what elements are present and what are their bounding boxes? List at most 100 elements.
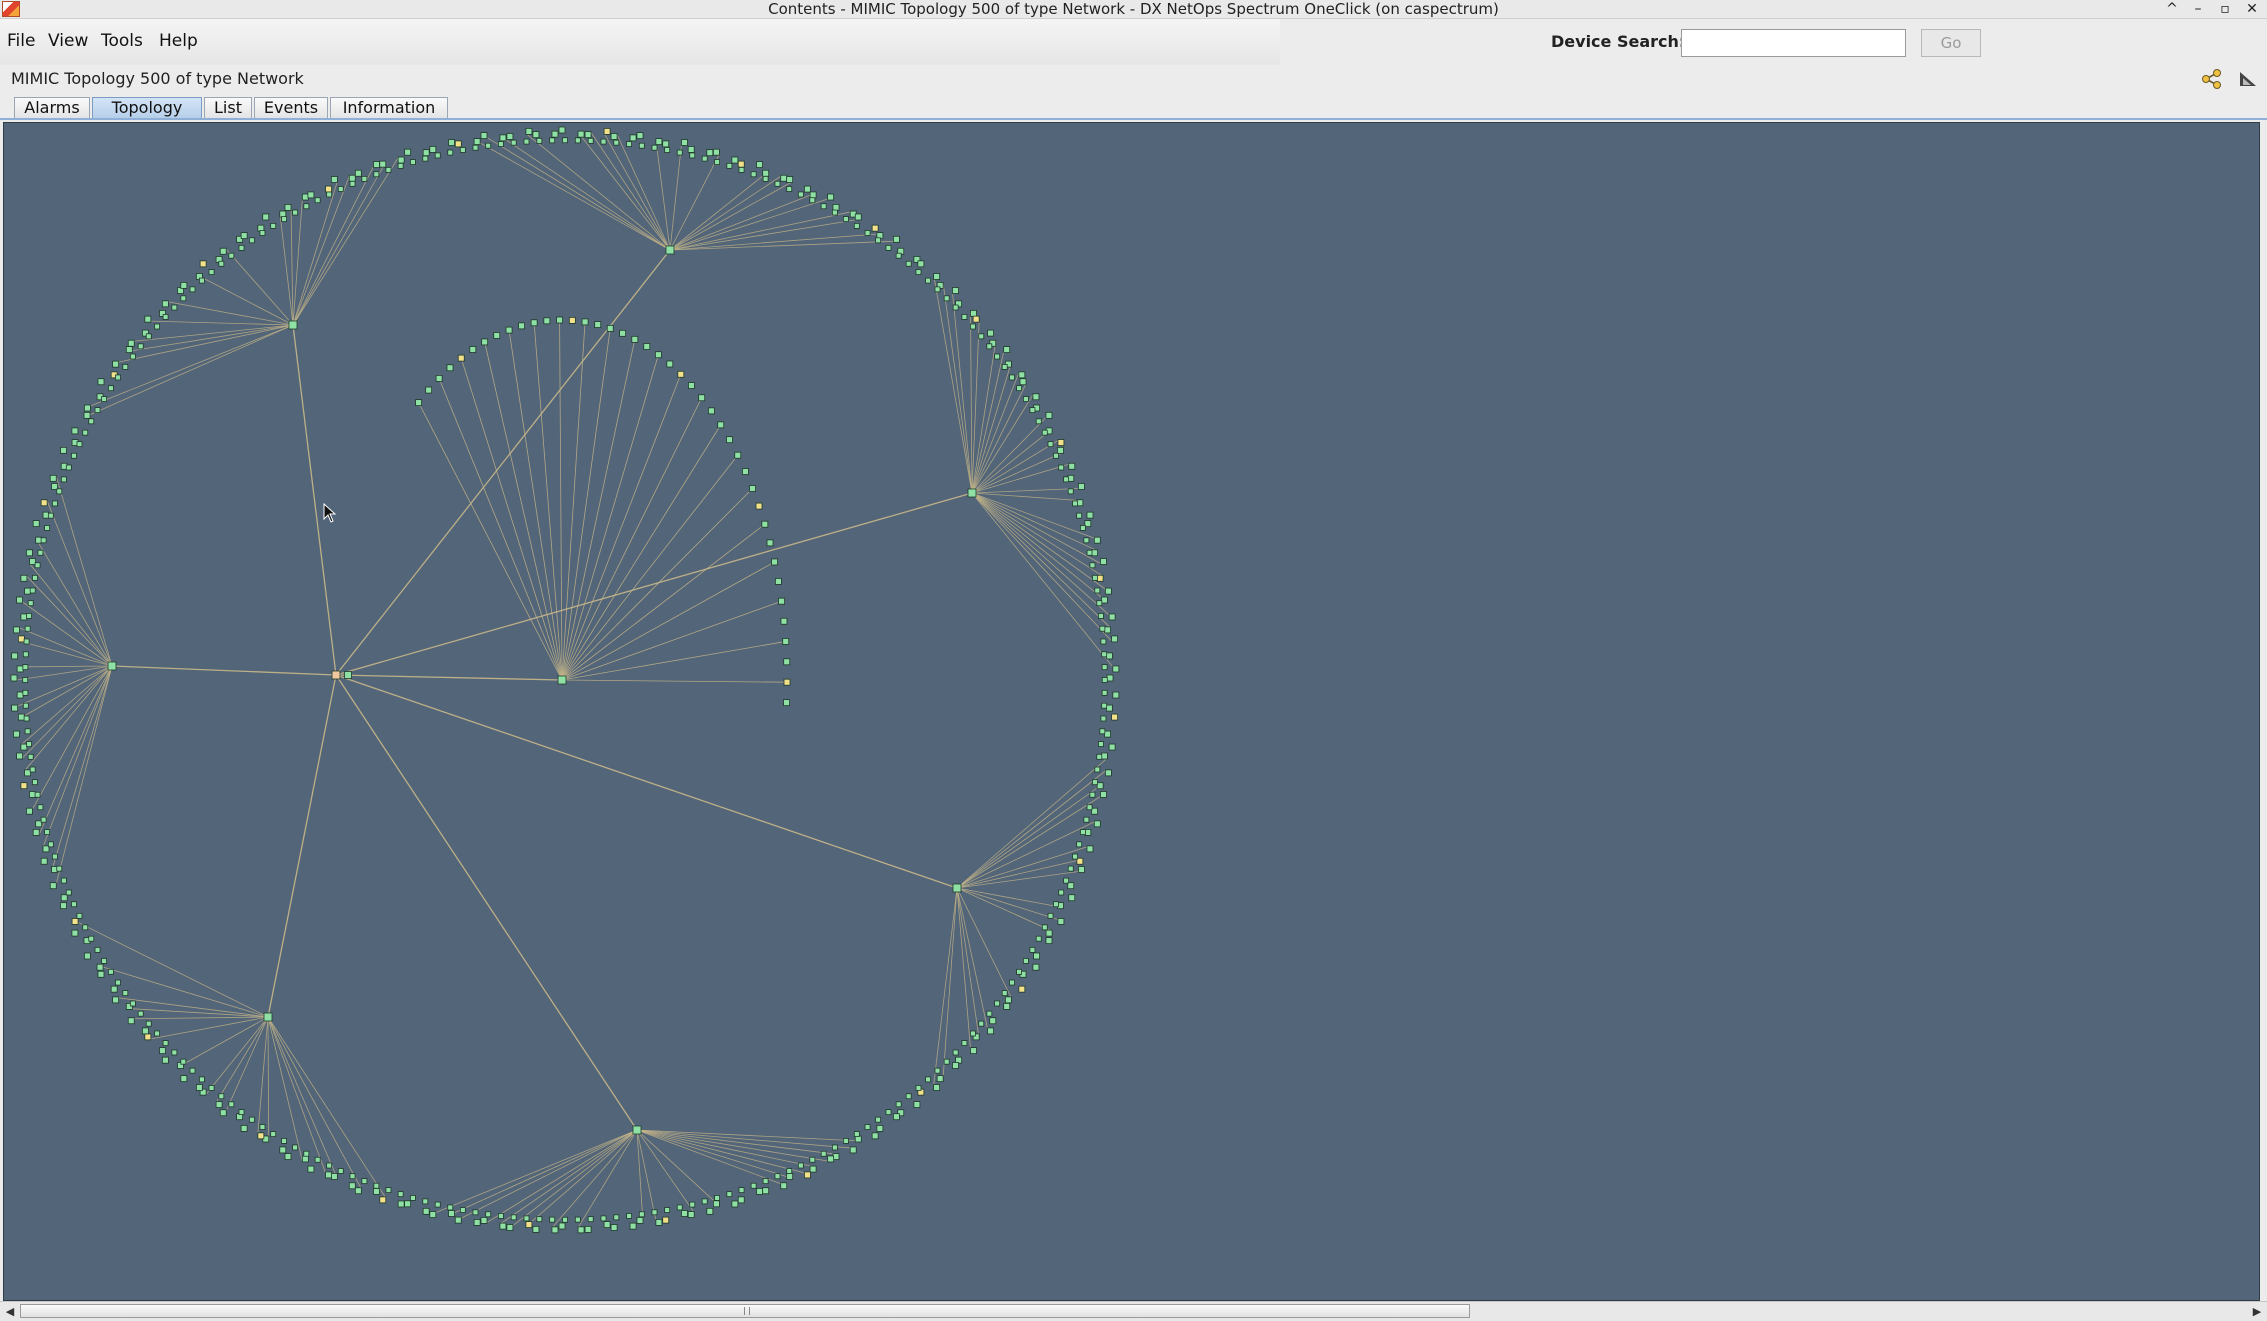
topology-device[interactable] [27, 742, 32, 747]
topology-device[interactable] [1068, 489, 1073, 494]
topology-device[interactable] [1084, 817, 1089, 822]
topology-device[interactable] [1107, 675, 1113, 681]
topology-device[interactable] [146, 1021, 151, 1026]
topology-device[interactable] [886, 245, 891, 250]
topology-device[interactable] [1106, 653, 1112, 659]
topology-device[interactable] [1078, 483, 1084, 489]
topology-device[interactable] [355, 1188, 361, 1194]
topology-device[interactable] [787, 186, 792, 191]
topology-device[interactable] [511, 140, 516, 145]
topology-device[interactable] [973, 316, 979, 322]
topology-device[interactable] [699, 395, 705, 401]
topology-device[interactable] [61, 903, 67, 909]
topology-device[interactable] [373, 1188, 379, 1194]
topology-device[interactable] [757, 162, 763, 168]
topology-device[interactable] [1087, 550, 1092, 555]
topology-device[interactable] [935, 1068, 940, 1073]
topology-device[interactable] [550, 1217, 555, 1222]
topology-device[interactable] [708, 408, 714, 414]
topology-device[interactable] [38, 805, 43, 810]
topology-device[interactable] [630, 135, 636, 141]
topology-device[interactable] [611, 1225, 617, 1231]
topology-device[interactable] [282, 217, 287, 222]
topology-device[interactable] [302, 1156, 308, 1162]
topology-device[interactable] [763, 1179, 768, 1184]
tab-events[interactable]: Events [254, 97, 328, 119]
topology-device[interactable] [163, 314, 168, 319]
topology-device[interactable] [12, 653, 18, 659]
topology-device[interactable] [302, 194, 308, 200]
topology-device[interactable] [71, 453, 76, 458]
topology-device[interactable] [304, 1151, 309, 1156]
topology-device[interactable] [727, 163, 732, 168]
topology-device[interactable] [918, 261, 924, 267]
topology-device[interactable] [995, 1001, 1000, 1006]
topology-device[interactable] [155, 1031, 160, 1036]
topology-hub[interactable] [264, 1013, 272, 1021]
topology-device[interactable] [713, 1201, 719, 1207]
topology-device[interactable] [1102, 703, 1107, 708]
topology-device[interactable] [258, 1133, 264, 1139]
topology-device[interactable] [787, 1173, 793, 1179]
topology-device[interactable] [13, 731, 19, 737]
topology-device[interactable] [632, 336, 638, 342]
topology-device[interactable] [239, 245, 244, 250]
topology-device[interactable] [559, 127, 565, 133]
topology-device[interactable] [108, 969, 113, 974]
topology-device[interactable] [585, 132, 591, 138]
topology-device[interactable] [449, 1210, 455, 1216]
topology-device[interactable] [84, 405, 90, 411]
topology-device[interactable] [1046, 938, 1052, 944]
topology-device[interactable] [108, 386, 113, 391]
topology-device[interactable] [569, 317, 575, 323]
topology-device[interactable] [1068, 883, 1074, 889]
topology-device[interactable] [241, 1125, 247, 1131]
topology-device[interactable] [162, 301, 168, 307]
topology-device[interactable] [1102, 665, 1107, 670]
topology-device[interactable] [398, 1201, 404, 1207]
topology-device[interactable] [739, 1188, 744, 1193]
topology-device[interactable] [486, 1212, 491, 1217]
topology-device[interactable] [620, 330, 626, 336]
topology-device[interactable] [423, 150, 429, 156]
topology-device[interactable] [990, 1018, 996, 1024]
topology-device[interactable] [45, 830, 50, 835]
topology-root[interactable] [345, 672, 352, 679]
topology-device[interactable] [663, 141, 669, 147]
topology-device[interactable] [775, 181, 780, 186]
topology-device[interactable] [172, 305, 177, 310]
topology-device[interactable] [1077, 842, 1082, 847]
topology-device[interactable] [30, 791, 36, 797]
tab-topology[interactable]: Topology [92, 97, 202, 119]
topology-device[interactable] [26, 808, 32, 814]
topology-device[interactable] [350, 181, 355, 186]
topology-device[interactable] [25, 626, 30, 631]
topology-device[interactable] [655, 352, 661, 358]
topology-device[interactable] [190, 1068, 195, 1073]
topology-device[interactable] [24, 639, 29, 644]
topology-device[interactable] [17, 666, 23, 672]
topology-device[interactable] [627, 1213, 632, 1218]
topology-device[interactable] [498, 142, 503, 147]
topology-device[interactable] [970, 310, 976, 316]
topology-device[interactable] [21, 614, 27, 620]
topology-device[interactable] [25, 729, 30, 734]
topology-device[interactable] [914, 1102, 920, 1108]
topology-device[interactable] [35, 792, 40, 797]
topology-device[interactable] [229, 1102, 234, 1107]
topology-device[interactable] [1078, 867, 1084, 873]
topology-device[interactable] [828, 194, 834, 200]
topology-device[interactable] [430, 146, 436, 152]
topology-device[interactable] [229, 253, 234, 258]
topology-device[interactable] [349, 175, 355, 181]
topology-device[interactable] [282, 1138, 287, 1143]
topology-device[interactable] [906, 261, 911, 266]
topology-device[interactable] [854, 223, 859, 228]
topology-device[interactable] [23, 652, 28, 657]
topology-device[interactable] [84, 953, 90, 959]
topology-device[interactable] [1113, 692, 1119, 698]
topology-device[interactable] [474, 139, 480, 145]
topology-device[interactable] [181, 1059, 186, 1064]
topology-device[interactable] [588, 1217, 593, 1222]
topology-device[interactable] [146, 334, 151, 339]
